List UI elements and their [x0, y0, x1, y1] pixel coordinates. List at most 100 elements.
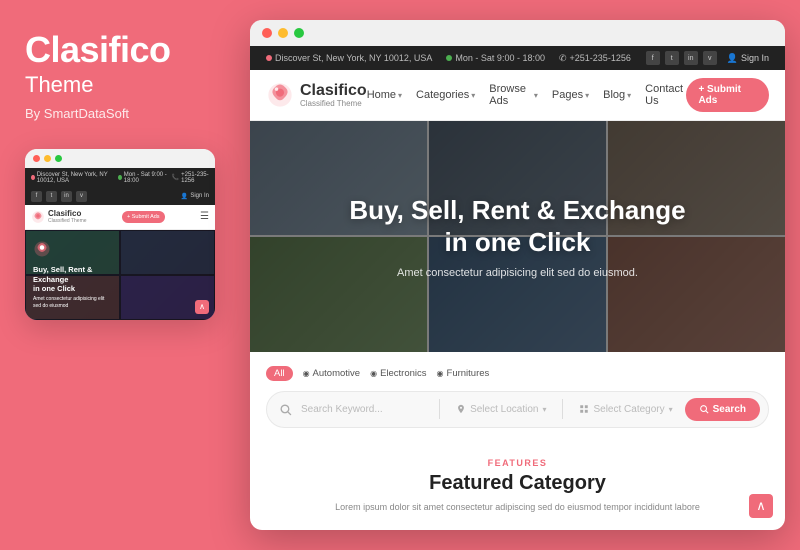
nav-categories[interactable]: Categories ▾: [416, 89, 475, 101]
mini-twitter-icon: t: [46, 191, 57, 202]
mini-submit-btn[interactable]: + Submit Ads: [122, 211, 165, 223]
hero-title: Buy, Sell, Rent & Exchangein one Click: [349, 194, 685, 259]
filter-tab-automotive[interactable]: ◉ Automotive: [303, 368, 361, 379]
site-hero: Buy, Sell, Rent & Exchangein one Click A…: [250, 121, 785, 352]
nav-links: Home ▾ Categories ▾ Browse Ads ▾ Pages ▾…: [367, 83, 687, 107]
features-desc: Lorem ipsum dolor sit amet consectetur a…: [270, 501, 765, 515]
mini-signin: 👤 Sign In: [181, 193, 209, 200]
mini-topbar: Discover St, New York, NY 10012, USA Mon…: [25, 168, 215, 188]
left-panel: Clasifico Theme By SmartDataSoft Discove…: [0, 0, 240, 550]
browser-window: Discover St, New York, NY 10012, USA Mon…: [250, 20, 785, 530]
mini-logo: Clasifico Classified Theme: [31, 210, 87, 224]
brand-by: By SmartDataSoft: [25, 106, 215, 121]
search-btn-icon: [699, 404, 709, 414]
hero-subtitle: Amet consectetur adipisicing elit sed do…: [397, 267, 638, 279]
mini-hero: Buy, Sell, Rent &Exchangein one Click Am…: [25, 230, 215, 320]
brand-title: Clasifico: [25, 30, 215, 70]
location-arrow: ▾: [542, 405, 546, 414]
hours-dot: [446, 55, 452, 61]
search-divider-1: [439, 399, 440, 419]
mini-vimeo-icon: v: [76, 191, 87, 202]
mini-logo-text-block: Clasifico Classified Theme: [48, 210, 87, 224]
topbar-hours: Mon - Sat 9:00 - 18:00: [446, 53, 545, 63]
nav-pages[interactable]: Pages ▾: [552, 89, 589, 101]
filter-tab-all[interactable]: All: [266, 366, 293, 381]
mini-dot-yellow: [44, 155, 51, 162]
filter-tabs: All ◉ Automotive ◉ Electronics ◉ Furnitu…: [266, 366, 769, 381]
mini-dot-red: [33, 155, 40, 162]
blog-arrow-icon: ▾: [627, 91, 631, 100]
browser-dot-red: [262, 28, 272, 38]
pages-arrow-icon: ▾: [585, 91, 589, 100]
nav-logo-text-block: Clasifico Classified Theme: [300, 83, 367, 108]
topbar-phone: ✆ +251-235-1256: [559, 53, 631, 64]
vimeo-icon[interactable]: v: [703, 51, 717, 65]
facebook-icon[interactable]: f: [646, 51, 660, 65]
categories-arrow-icon: ▾: [471, 91, 475, 100]
site-topbar: Discover St, New York, NY 10012, USA Mon…: [250, 46, 785, 70]
nav-contact[interactable]: Contact Us: [645, 83, 686, 107]
browser-dot-yellow: [278, 28, 288, 38]
site-navbar: Clasifico Classified Theme Home ▾ Catego…: [250, 70, 785, 121]
mini-linkedin-icon: in: [61, 191, 72, 202]
mini-hours: Mon - Sat 9:00 - 18:00: [118, 172, 168, 184]
browser-chrome: [250, 20, 785, 46]
nav-home[interactable]: Home ▾: [367, 89, 402, 101]
category-icon: [579, 404, 589, 414]
mini-facebook-icon: f: [31, 191, 42, 202]
mini-browser-bar: [25, 149, 215, 168]
site-topbar-right: f t in v 👤 Sign In: [646, 51, 769, 65]
scroll-top-button[interactable]: ∧: [749, 494, 773, 518]
twitter-icon[interactable]: t: [665, 51, 679, 65]
search-divider-2: [562, 399, 563, 419]
submit-ads-button[interactable]: + Submit Ads: [686, 78, 769, 112]
mini-scroll-top-btn[interactable]: ∧: [195, 300, 209, 314]
site-topbar-left: Discover St, New York, NY 10012, USA Mon…: [266, 53, 631, 64]
topbar-address: Discover St, New York, NY 10012, USA: [266, 53, 432, 63]
search-row: Search Keyword... Select Location ▾: [266, 391, 769, 428]
location-select[interactable]: Select Location ▾: [450, 404, 552, 415]
mini-hours-dot: [118, 175, 122, 180]
browse-arrow-icon: ▾: [534, 91, 538, 100]
home-arrow-icon: ▾: [398, 91, 402, 100]
location-icon: [456, 404, 466, 414]
nav-logo-icon: [266, 81, 294, 109]
search-button[interactable]: Search: [685, 398, 760, 421]
filter-tab-electronics[interactable]: ◉ Electronics: [370, 368, 426, 379]
category-arrow: ▾: [669, 405, 673, 414]
mini-dot-green: [55, 155, 62, 162]
furnitures-dot: ◉: [437, 369, 444, 378]
mini-hamburger-icon[interactable]: ☰: [200, 211, 209, 222]
features-section: FEATURES Featured Category Lorem ipsum d…: [250, 442, 785, 531]
features-label: FEATURES: [270, 458, 765, 468]
social-icons: f t in v: [646, 51, 717, 65]
mini-hero-text: Buy, Sell, Rent &Exchangein one Click Am…: [33, 240, 104, 309]
address-dot: [266, 55, 272, 61]
nav-logo: Clasifico Classified Theme: [266, 81, 367, 109]
search-icon: [275, 399, 295, 419]
signin-link[interactable]: 👤 Sign In: [727, 53, 769, 64]
mini-phone: 📞 +251-235-1256: [172, 172, 209, 184]
nav-blog[interactable]: Blog ▾: [603, 89, 631, 101]
filter-tab-furnitures[interactable]: ◉ Furnitures: [437, 368, 490, 379]
mini-browser: Discover St, New York, NY 10012, USA Mon…: [25, 149, 215, 320]
mini-social-icons: f t in v: [31, 191, 87, 202]
linkedin-icon[interactable]: in: [684, 51, 698, 65]
features-title: Featured Category: [270, 472, 765, 495]
right-panel: Discover St, New York, NY 10012, USA Mon…: [240, 0, 800, 550]
mini-hero-logo-badge: [33, 240, 104, 261]
mini-logo-icon: [31, 210, 45, 224]
nav-browse-ads[interactable]: Browse Ads ▾: [489, 83, 538, 107]
mini-navbar: Clasifico Classified Theme + Submit Ads …: [25, 205, 215, 230]
mini-hero-subtitle: Amet consectetur adipisicing elitsed do …: [33, 296, 104, 309]
browser-dot-green: [294, 28, 304, 38]
search-keyword-input[interactable]: Search Keyword...: [301, 404, 429, 415]
category-select[interactable]: Select Category ▾: [573, 404, 678, 415]
brand-subtitle: Theme: [25, 72, 215, 98]
hero-content: Buy, Sell, Rent & Exchangein one Click A…: [250, 121, 785, 352]
mini-social-bar: f t in v 👤 Sign In: [25, 188, 215, 205]
search-area: All ◉ Automotive ◉ Electronics ◉ Furnitu…: [250, 352, 785, 442]
mini-address-dot: [31, 175, 35, 180]
user-icon: 👤: [727, 53, 738, 64]
mini-address: Discover St, New York, NY 10012, USA: [31, 172, 114, 184]
